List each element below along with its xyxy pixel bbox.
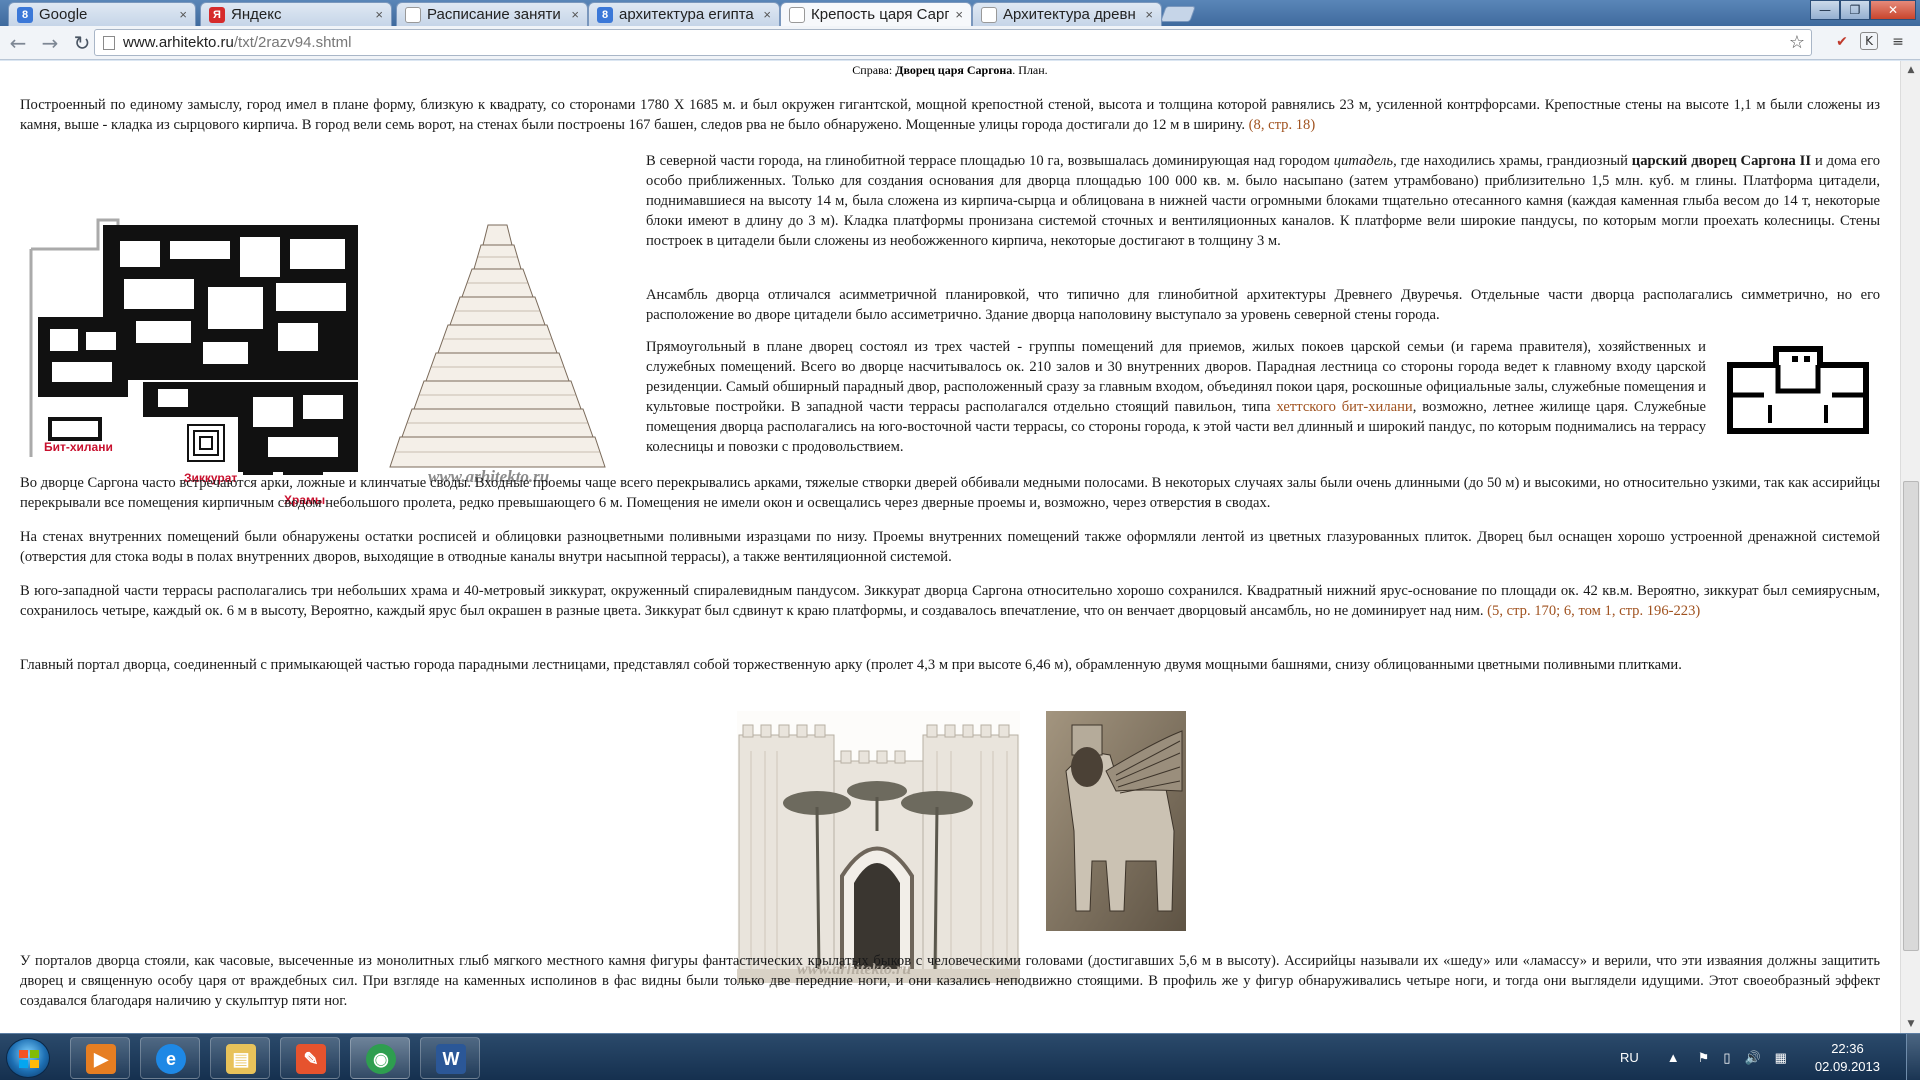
lamassu-image: [1046, 711, 1186, 931]
page-scrollbar[interactable]: ▲ ▼: [1900, 61, 1920, 1033]
new-tab-button[interactable]: [1160, 6, 1196, 22]
ziggurat-drawing: www.arhitekto.ru: [380, 197, 615, 497]
system-tray: RU ▲ ⚑ ▯ 🔊 ▦: [1620, 1034, 1787, 1080]
extension-red-icon[interactable]: ✔: [1832, 32, 1852, 52]
extension-k-icon[interactable]: K: [1860, 32, 1878, 50]
taskbar-paint[interactable]: ✎: [280, 1037, 340, 1079]
figure-caption: Справа: Дворец царя Саргона. План.: [852, 63, 1048, 77]
page-favicon-icon: [981, 6, 997, 23]
paragraph-citadel: В северной части города, на глинобитной …: [646, 153, 1880, 249]
scroll-up-arrow-icon[interactable]: ▲: [1901, 61, 1920, 79]
close-tab-icon[interactable]: ×: [571, 7, 579, 22]
show-desktop-button[interactable]: [1906, 1034, 1920, 1080]
media-player-icon: ▶: [86, 1044, 116, 1074]
reload-button[interactable]: ↻: [68, 29, 96, 57]
tab-yandex[interactable]: Я Яндекс ×: [200, 2, 392, 26]
word-icon: W: [436, 1044, 466, 1074]
windows-logo-icon: [19, 1050, 39, 1068]
taskbar-internet-explorer[interactable]: e: [140, 1037, 200, 1079]
menu-wrench-icon[interactable]: ≡: [1888, 32, 1908, 52]
paragraph-palace-layout: Прямоугольный в плане дворец состоял из …: [646, 339, 1706, 455]
google-favicon-icon: 8: [17, 6, 33, 23]
tab-title: Крепость царя Сарг: [811, 6, 950, 23]
browser-toolbar: ← → ↻ www.arhitekto.ru/txt/2razv94.shtml…: [0, 26, 1920, 60]
tab-title: архитектура египта: [619, 6, 754, 23]
paragraph-portal: Главный портал дворца, соединенный с при…: [20, 657, 1682, 673]
page-favicon-icon: [789, 6, 805, 23]
paragraph-ensemble: Ансамбль дворца отличался асимметричной …: [646, 287, 1880, 323]
palace-portal-image: www.arhitekto.ru: [737, 711, 1020, 983]
label-bit-hilani: Бит-хилани: [44, 440, 113, 454]
paragraph-city: Построенный по единому замыслу, город им…: [20, 97, 1880, 133]
paragraph-ziggurat: В юго-западной части террасы располагали…: [20, 583, 1880, 619]
tab-google[interactable]: 8 Google ×: [8, 2, 196, 26]
action-center-flag-icon[interactable]: ⚑: [1698, 1050, 1710, 1066]
address-bar[interactable]: www.arhitekto.ru/txt/2razv94.shtml ☆: [94, 29, 1812, 56]
clock-date: 02.09.2013: [1814, 1059, 1880, 1074]
page-content: Справа: Дворец царя Саргона. План. Постр…: [0, 61, 1900, 1033]
bit-hilani-plan: [1726, 343, 1870, 439]
tab-title: Google: [39, 6, 88, 23]
close-tab-icon[interactable]: ×: [1145, 7, 1153, 22]
bookmark-star-icon[interactable]: ☆: [1789, 32, 1805, 53]
tab-title: Яндекс: [231, 6, 282, 23]
page-icon: [103, 35, 115, 50]
yandex-favicon-icon: Я: [209, 6, 225, 23]
language-indicator[interactable]: RU: [1620, 1050, 1639, 1065]
paragraph-lamassu: У порталов дворца стояли, как часовые, в…: [20, 953, 1880, 1009]
scroll-down-arrow-icon[interactable]: ▼: [1901, 1015, 1920, 1033]
tab-egypt-architecture[interactable]: 8 архитектура египта ×: [588, 2, 780, 26]
tab-title: Архитектура древн: [1003, 6, 1136, 23]
network-icon[interactable]: ▦: [1775, 1050, 1787, 1066]
citadel-plan-figure: Бит-хилани Зиккурат Храмы: [28, 157, 363, 507]
close-tab-icon[interactable]: ×: [375, 7, 383, 22]
taskbar-word[interactable]: W: [420, 1037, 480, 1079]
taskbar-chrome[interactable]: ◉: [350, 1037, 410, 1079]
google-favicon-icon: 8: [597, 6, 613, 23]
page-favicon-icon: [405, 6, 421, 23]
taskbar-file-explorer[interactable]: ▤: [210, 1037, 270, 1079]
tab-strip: 8 Google × Я Яндекс × Расписание заняти …: [0, 0, 1920, 26]
back-button[interactable]: ←: [4, 29, 32, 57]
chrome-icon: ◉: [366, 1044, 396, 1074]
close-window-button[interactable]: ✕: [1870, 0, 1916, 20]
minimize-button[interactable]: —: [1810, 0, 1840, 20]
tab-sargon-fortress[interactable]: Крепость царя Сарг ×: [780, 2, 972, 26]
paragraph-arches: Во дворце Саргона часто встречаются арки…: [20, 475, 1880, 511]
tab-ancient-architecture[interactable]: Архитектура древн ×: [972, 2, 1162, 26]
taskbar-clock[interactable]: 22:36 02.09.2013: [1815, 1040, 1880, 1076]
start-button[interactable]: [6, 1038, 50, 1078]
url-text[interactable]: www.arhitekto.ru/txt/2razv94.shtml: [123, 34, 1789, 51]
device-icon[interactable]: ▯: [1723, 1050, 1730, 1066]
paragraph-interiors: На стенах внутренних помещений были обна…: [20, 529, 1880, 565]
tab-title: Расписание заняти: [427, 6, 561, 23]
show-hidden-icons-icon[interactable]: ▲: [1667, 1050, 1680, 1065]
clock-time: 22:36: [1831, 1041, 1864, 1056]
bit-hilani-link[interactable]: хеттского бит-хилани: [1276, 399, 1412, 415]
forward-button[interactable]: →: [36, 29, 64, 57]
tab-schedule[interactable]: Расписание заняти ×: [396, 2, 588, 26]
windows-taskbar: ▶ e ▤ ✎ ◉ W RU ▲ ⚑ ▯ 🔊 ▦ 22:36 02.09.201…: [0, 1033, 1920, 1080]
close-tab-icon[interactable]: ×: [955, 7, 963, 22]
paint-icon: ✎: [296, 1044, 326, 1074]
reference-link[interactable]: (8, стр. 18): [1249, 117, 1316, 133]
window-controls: — ❐ ✕: [1810, 0, 1916, 20]
folder-icon: ▤: [226, 1044, 256, 1074]
restore-button[interactable]: ❐: [1840, 0, 1870, 20]
close-tab-icon[interactable]: ×: [763, 7, 771, 22]
internet-explorer-icon: e: [156, 1044, 186, 1074]
scrollbar-thumb[interactable]: [1903, 481, 1919, 951]
volume-icon[interactable]: 🔊: [1744, 1050, 1760, 1066]
taskbar-media-player[interactable]: ▶: [70, 1037, 130, 1079]
reference-link[interactable]: (5, стр. 170; 6, том 1, стр. 196-223): [1487, 603, 1700, 619]
close-tab-icon[interactable]: ×: [179, 7, 187, 22]
